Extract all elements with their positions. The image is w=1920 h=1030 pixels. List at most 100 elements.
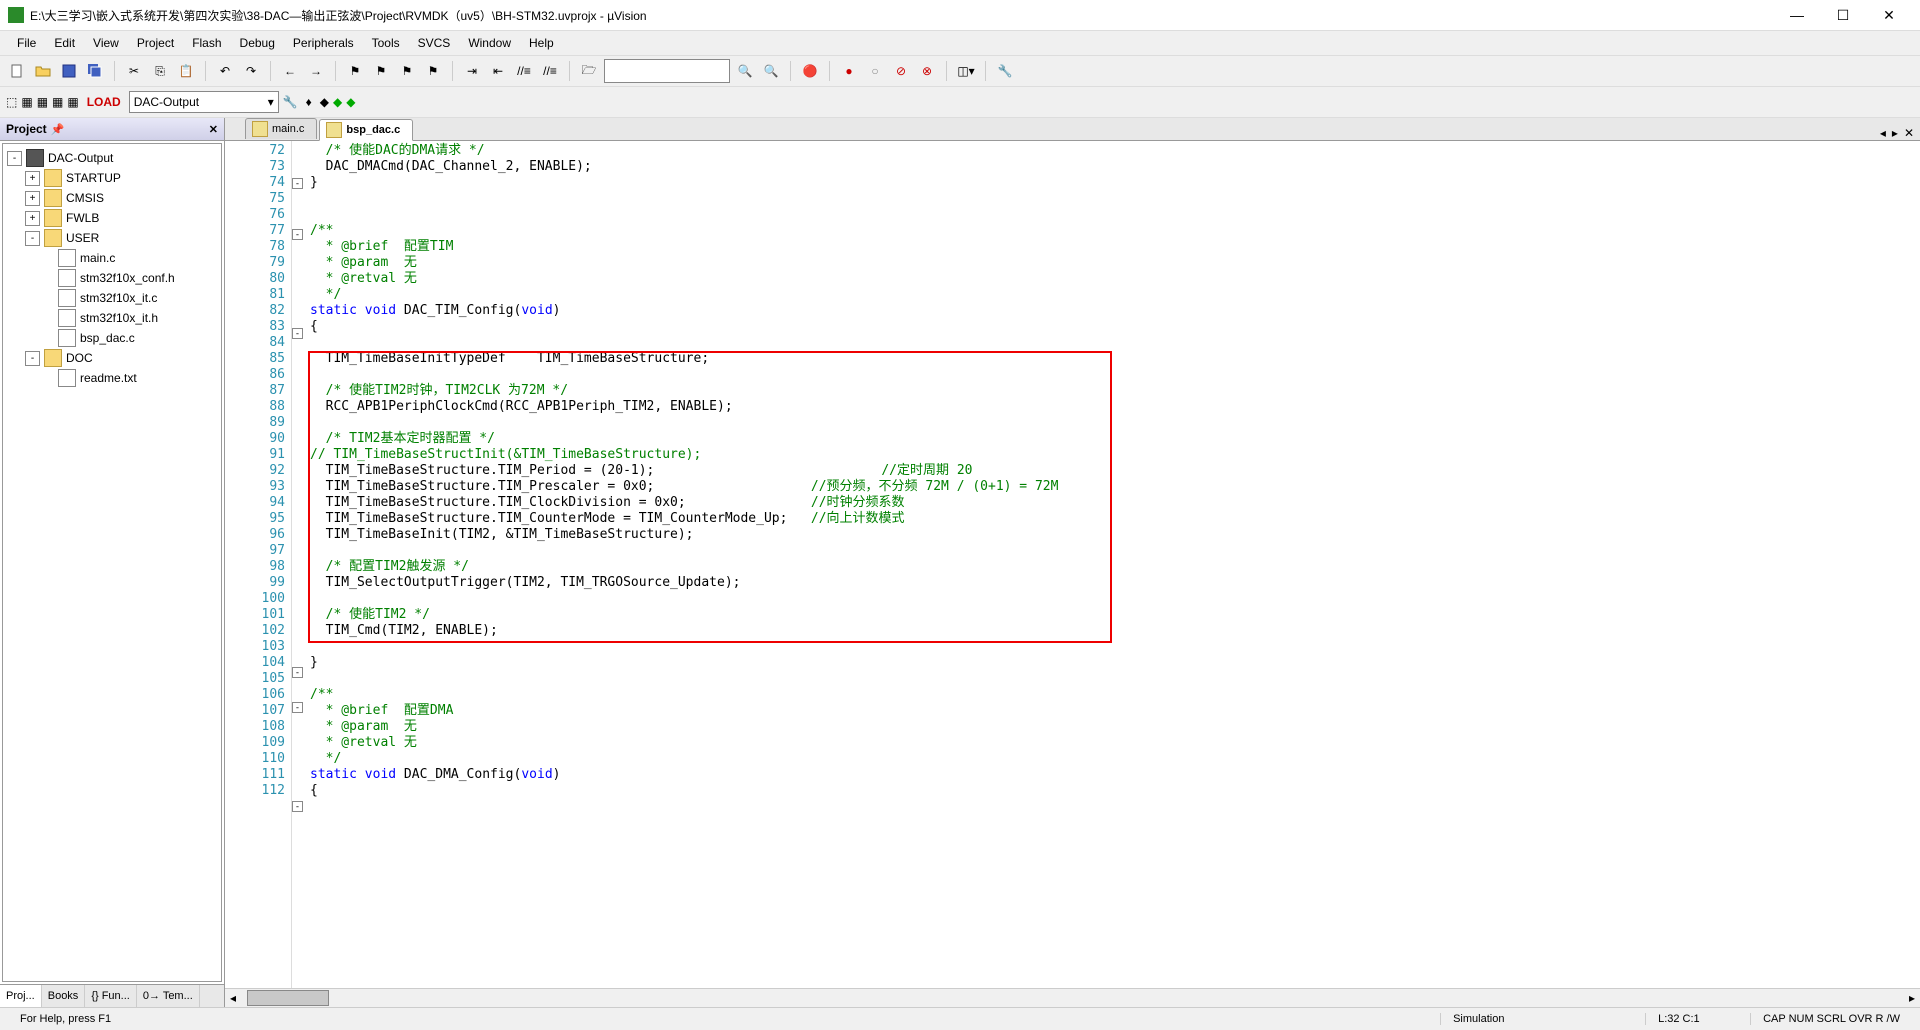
menu-file[interactable]: File	[8, 36, 45, 50]
menu-tools[interactable]: Tools	[363, 36, 409, 50]
tree-folder-doc[interactable]: -DOC	[3, 348, 221, 368]
close-button[interactable]: ✕	[1866, 0, 1912, 30]
tree-file-readme-txt[interactable]: readme.txt	[3, 368, 221, 388]
manage-rtos-button[interactable]: ◆	[333, 95, 342, 109]
code-area[interactable]: /* 使能DAC的DMA请求 */ DAC_DMACmd(DAC_Channel…	[306, 141, 1920, 988]
breakpoint-insert-button[interactable]: ●	[838, 60, 860, 82]
minimize-button[interactable]: —	[1774, 0, 1820, 30]
project-tab-0[interactable]: Proj...	[0, 985, 42, 1007]
uncomment-button[interactable]: //≡	[539, 60, 561, 82]
pin-icon[interactable]: 📌	[51, 123, 65, 136]
rebuild-button[interactable]: ▦	[37, 95, 48, 109]
tree-file-bsp_dac-c[interactable]: bsp_dac.c	[3, 328, 221, 348]
bookmark-button[interactable]: ⚑	[344, 60, 366, 82]
target-options-button[interactable]: 🔧	[283, 95, 298, 109]
status-position: L:32 C:1	[1646, 1013, 1751, 1025]
find-button[interactable]: 🔍	[734, 60, 756, 82]
target-selector[interactable]: DAC-Output▾	[129, 91, 279, 113]
bookmark-clear-button[interactable]: ⚑	[422, 60, 444, 82]
project-bottom-tabs: Proj...Books{} Fun...0→ Tem...	[0, 984, 224, 1007]
project-pane-title: Project 📌 ✕	[0, 118, 224, 141]
indent-button[interactable]: ⇥	[461, 60, 483, 82]
code-editor[interactable]: 7273747576777879808182838485868788899091…	[225, 141, 1920, 988]
paste-button[interactable]: 📋	[175, 60, 197, 82]
menu-bar: FileEditViewProjectFlashDebugPeripherals…	[0, 31, 1920, 55]
horizontal-scrollbar[interactable]: ◂▸	[225, 988, 1920, 1007]
title-bar: E:\大三学习\嵌入式系统开发\第四次实验\38-DAC—输出正弦波\Proje…	[0, 0, 1920, 31]
undo-button[interactable]: ↶	[214, 60, 236, 82]
tree-folder-user[interactable]: -USER	[3, 228, 221, 248]
line-gutter: 7273747576777879808182838485868788899091…	[225, 141, 292, 988]
manage-books-button[interactable]: ◆	[320, 95, 329, 109]
open-file-button[interactable]	[32, 60, 54, 82]
tree-folder-startup[interactable]: +STARTUP	[3, 168, 221, 188]
app-icon	[8, 7, 24, 23]
status-indicators: CAP NUM SCRL OVR R /W	[1751, 1013, 1912, 1025]
close-pane-button[interactable]: ✕	[209, 123, 218, 136]
save-all-button[interactable]	[84, 60, 106, 82]
save-button[interactable]	[58, 60, 80, 82]
menu-svcs[interactable]: SVCS	[409, 36, 460, 50]
batch-build-button[interactable]: ▦	[52, 95, 63, 109]
toolbar-main: ✂ ⎘ 📋 ↶ ↷ ← → ⚑ ⚑ ⚑ ⚑ ⇥ ⇤ //≡ //≡ 🗁 🔍 🔍 …	[0, 55, 1920, 87]
maximize-button[interactable]: ☐	[1820, 0, 1866, 30]
copy-button[interactable]: ⎘	[149, 60, 171, 82]
tree-file-main-c[interactable]: main.c	[3, 248, 221, 268]
manage-project-button[interactable]: ♦	[306, 95, 312, 109]
new-file-button[interactable]	[6, 60, 28, 82]
project-tree[interactable]: -DAC-Output+STARTUP+CMSIS+FWLB-USERmain.…	[2, 143, 222, 982]
tree-file-stm32f10x_conf-h[interactable]: stm32f10x_conf.h	[3, 268, 221, 288]
project-pane: Project 📌 ✕ -DAC-Output+STARTUP+CMSIS+FW…	[0, 118, 225, 1007]
bookmark-next-button[interactable]: ⚑	[396, 60, 418, 82]
toolbar-build: ⬚ ▦ ▦ ▦ ▦ LOAD DAC-Output▾ 🔧 ♦ ◆ ◆ ◆	[0, 87, 1920, 118]
tree-root[interactable]: -DAC-Output	[3, 148, 221, 168]
breakpoint-enable-button[interactable]: ○	[864, 60, 886, 82]
project-tab-2[interactable]: {} Fun...	[85, 985, 137, 1007]
status-bar: For Help, press F1 Simulation L:32 C:1 C…	[0, 1007, 1920, 1030]
build-button[interactable]: ▦	[21, 95, 32, 109]
tab-close-button[interactable]: ✕	[1904, 126, 1914, 140]
debug-button[interactable]: 🔴	[799, 60, 821, 82]
cut-button[interactable]: ✂	[123, 60, 145, 82]
nav-fwd-button[interactable]: →	[305, 60, 327, 82]
nav-back-button[interactable]: ←	[279, 60, 301, 82]
tab-main-c[interactable]: main.c	[245, 118, 317, 139]
breakpoint-kill-button[interactable]: ⊗	[916, 60, 938, 82]
menu-debug[interactable]: Debug	[231, 36, 284, 50]
project-pane-label: Project	[6, 122, 47, 136]
bookmark-prev-button[interactable]: ⚑	[370, 60, 392, 82]
stop-build-button[interactable]: ▦	[67, 95, 78, 109]
tab-scroll-left[interactable]: ◂	[1880, 126, 1886, 140]
menu-help[interactable]: Help	[520, 36, 563, 50]
tab-bsp_dac-c[interactable]: bsp_dac.c	[319, 119, 413, 141]
status-help: For Help, press F1	[8, 1013, 123, 1025]
menu-project[interactable]: Project	[128, 36, 183, 50]
menu-flash[interactable]: Flash	[183, 36, 230, 50]
tree-folder-cmsis[interactable]: +CMSIS	[3, 188, 221, 208]
window-title: E:\大三学习\嵌入式系统开发\第四次实验\38-DAC—输出正弦波\Proje…	[30, 7, 1774, 24]
outdent-button[interactable]: ⇤	[487, 60, 509, 82]
find-combo[interactable]	[604, 59, 730, 83]
configure-button[interactable]: 🔧	[994, 60, 1016, 82]
menu-peripherals[interactable]: Peripherals	[284, 36, 363, 50]
tab-scroll-right[interactable]: ▸	[1892, 126, 1898, 140]
menu-view[interactable]: View	[84, 36, 128, 50]
find-in-files-button[interactable]: 🗁	[578, 60, 600, 82]
redo-button[interactable]: ↷	[240, 60, 262, 82]
translate-button[interactable]: ⬚	[6, 95, 17, 109]
tree-folder-fwlb[interactable]: +FWLB	[3, 208, 221, 228]
fold-column[interactable]: - - - - - -	[292, 141, 306, 988]
menu-window[interactable]: Window	[459, 36, 520, 50]
manage-packs-button[interactable]: ◆	[346, 95, 355, 109]
window-split-button[interactable]: ◫▾	[955, 60, 977, 82]
project-tab-3[interactable]: 0→ Tem...	[137, 985, 200, 1007]
tree-file-stm32f10x_it-h[interactable]: stm32f10x_it.h	[3, 308, 221, 328]
download-button[interactable]: LOAD	[87, 95, 121, 109]
menu-edit[interactable]: Edit	[45, 36, 84, 50]
tree-file-stm32f10x_it-c[interactable]: stm32f10x_it.c	[3, 288, 221, 308]
breakpoint-disable-button[interactable]: ⊘	[890, 60, 912, 82]
editor-tabs: main.cbsp_dac.c ◂ ▸ ✕	[225, 118, 1920, 141]
comment-button[interactable]: //≡	[513, 60, 535, 82]
project-tab-1[interactable]: Books	[42, 985, 86, 1007]
incremental-find-button[interactable]: 🔍	[760, 60, 782, 82]
